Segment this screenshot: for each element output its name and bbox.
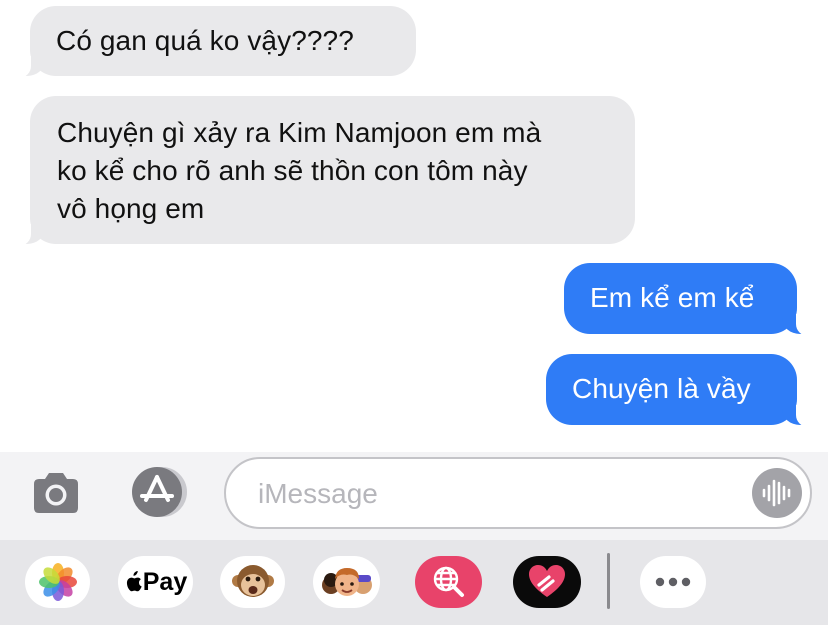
- photos-app-button[interactable]: [25, 556, 90, 608]
- apple-pay-app-button[interactable]: Pay: [118, 556, 193, 608]
- memoji-icon: [321, 568, 372, 596]
- received-message[interactable]: Chuyện gì xảy ra Kim Namjoon em mà ko kể…: [17, 96, 635, 246]
- image-search-app-button[interactable]: [415, 556, 482, 608]
- waveform-icon[interactable]: [752, 468, 802, 518]
- photos-icon: [38, 563, 77, 601]
- message-text: Chuyện là vầy: [572, 373, 751, 404]
- composer-bar: [0, 452, 828, 540]
- globe-search-icon: [433, 566, 464, 597]
- drawer-divider: [607, 553, 610, 609]
- camera-icon[interactable]: [30, 467, 82, 519]
- apple-pay-label: Pay: [142, 567, 188, 596]
- memoji-app-button[interactable]: [313, 556, 380, 608]
- app-store-icon[interactable]: [126, 466, 190, 518]
- more-apps-button[interactable]: [640, 556, 706, 608]
- app-drawer: Pay: [0, 540, 828, 625]
- more-icon: [655, 577, 691, 587]
- digital-touch-app-button[interactable]: [513, 556, 581, 608]
- message-thread: Có gan quá ko vậy???? Chuyện gì xảy ra K…: [0, 0, 828, 452]
- message-text-line: vô họng em: [57, 193, 205, 224]
- received-message[interactable]: Có gan quá ko vậy????: [17, 6, 416, 78]
- sent-message[interactable]: Chuyện là vầy: [546, 354, 810, 427]
- sent-message[interactable]: Em kể em kể: [564, 263, 810, 336]
- message-text: Có gan quá ko vậy????: [56, 25, 354, 56]
- message-input[interactable]: [256, 473, 730, 515]
- message-text-line: Chuyện gì xảy ra Kim Namjoon em mà: [57, 117, 542, 148]
- monkey-icon: [231, 565, 274, 597]
- apple-logo-icon: [126, 571, 142, 592]
- heart-icon: [529, 565, 565, 597]
- message-input-field[interactable]: [224, 457, 812, 529]
- message-text-line: ko kể cho rõ anh sẽ thồn con tôm này: [57, 155, 528, 186]
- animoji-app-button[interactable]: [220, 556, 285, 608]
- message-text: Em kể em kể: [590, 282, 755, 313]
